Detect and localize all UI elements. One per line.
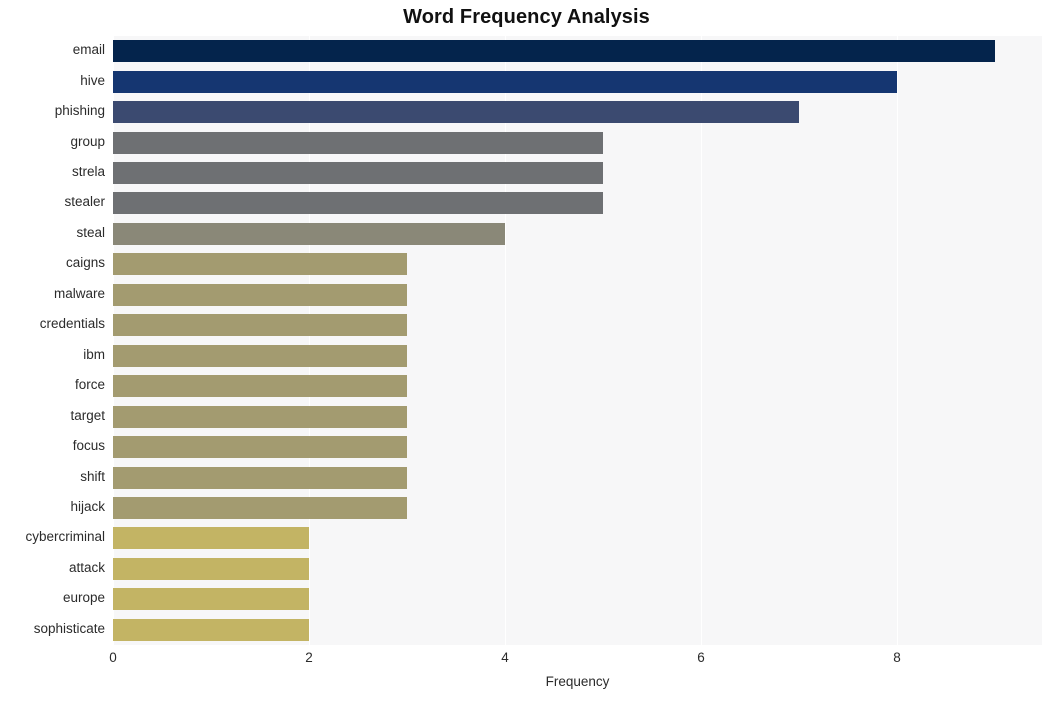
y-axis-label-attack: attack [68, 559, 105, 575]
y-axis-label-force: force [74, 377, 105, 393]
bar-hijack[interactable] [113, 496, 407, 519]
y-axis-label-credentials: credentials [39, 316, 105, 332]
y-axis-label-europe: europe [62, 590, 105, 606]
bar-phishing[interactable] [113, 101, 799, 124]
y-axis-label-focus: focus [72, 438, 105, 454]
y-axis-label-target: target [70, 407, 105, 423]
y-axis-label-steal: steal [76, 224, 105, 240]
y-axis-label-caigns: caigns [65, 255, 105, 271]
bar-steal[interactable] [113, 222, 505, 245]
y-axis-label-strela: strela [71, 164, 105, 180]
bar-hive[interactable] [113, 70, 897, 93]
bar-row [113, 283, 1042, 306]
bar-row [113, 253, 1042, 276]
x-tick-label-4: 4 [501, 650, 509, 665]
y-axis-label-cybercriminal: cybercriminal [25, 529, 105, 545]
x-tick-label-8: 8 [893, 650, 901, 665]
y-axis-label-email: email [72, 42, 105, 58]
bar-caigns[interactable] [113, 253, 407, 276]
bar-row [113, 222, 1042, 245]
bar-email[interactable] [113, 40, 995, 63]
y-axis-label-hijack: hijack [70, 498, 105, 514]
y-axis-label-stealer: stealer [64, 194, 105, 210]
bar-row [113, 344, 1042, 367]
word-frequency-chart: Word Frequency Analysis email hive phishin… [0, 0, 1053, 701]
x-axis-title: Frequency [545, 674, 610, 689]
bar-row [113, 557, 1042, 580]
bar-europe[interactable] [113, 588, 309, 611]
y-axis-label-hive: hive [80, 72, 105, 88]
bar-row [113, 436, 1042, 459]
x-tick-label-6: 6 [697, 650, 705, 665]
bar-row [113, 466, 1042, 489]
bar-target[interactable] [113, 405, 407, 428]
bar-row [113, 192, 1042, 215]
plot-area [113, 36, 1042, 645]
bar-row [113, 314, 1042, 337]
bar-credentials[interactable] [113, 314, 407, 337]
bar-force[interactable] [113, 375, 407, 398]
y-axis-label-malware: malware [53, 285, 105, 301]
bar-malware[interactable] [113, 283, 407, 306]
y-axis-label-sophisticate: sophisticate [33, 620, 105, 636]
bar-strela[interactable] [113, 162, 603, 185]
bar-row [113, 70, 1042, 93]
bar-row [113, 40, 1042, 63]
bar-sophisticate[interactable] [113, 618, 309, 641]
bar-row [113, 131, 1042, 154]
bar-ibm[interactable] [113, 344, 407, 367]
bar-cybercriminal[interactable] [113, 527, 309, 550]
bar-row [113, 405, 1042, 428]
bar-row [113, 618, 1042, 641]
bar-row [113, 527, 1042, 550]
x-tick-label-2: 2 [305, 650, 313, 665]
bar-row [113, 588, 1042, 611]
bar-row [113, 375, 1042, 398]
x-tick-label-0: 0 [109, 650, 117, 665]
bar-focus[interactable] [113, 436, 407, 459]
bar-shift[interactable] [113, 466, 407, 489]
y-axis-labels: email hive phishing group strela stealer steal… [0, 36, 105, 645]
bar-row [113, 101, 1042, 124]
y-axis-label-shift: shift [80, 468, 105, 484]
bar-attack[interactable] [113, 557, 309, 580]
bar-row [113, 496, 1042, 519]
chart-title: Word Frequency Analysis [403, 6, 650, 28]
bar-group[interactable] [113, 131, 603, 154]
bar-row [113, 162, 1042, 185]
bars-layer [113, 36, 1042, 645]
y-axis-label-ibm: ibm [83, 346, 105, 362]
y-axis-label-group: group [70, 133, 105, 149]
bar-stealer[interactable] [113, 192, 603, 215]
y-axis-label-phishing: phishing [54, 103, 105, 119]
